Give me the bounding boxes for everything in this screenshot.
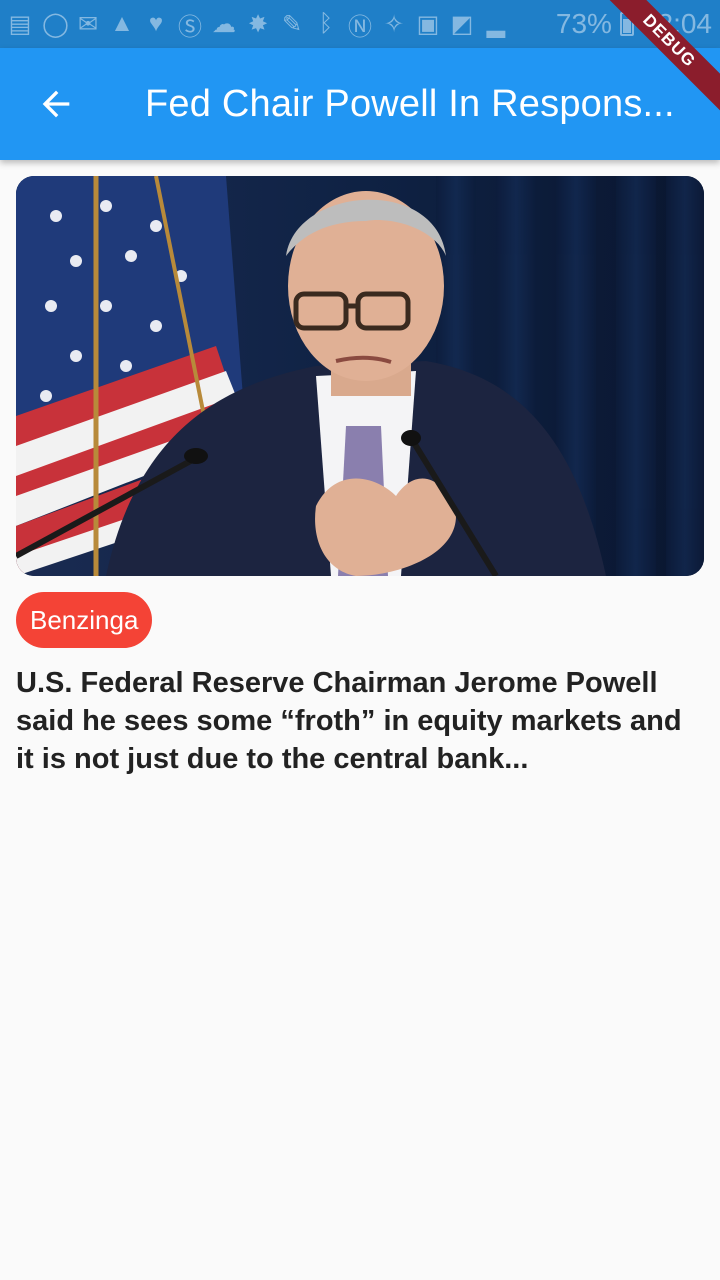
app-bar: Fed Chair Powell In Respons... (0, 48, 720, 160)
source-badge[interactable]: Benzinga (16, 592, 153, 648)
heart-icon: ♥ (148, 10, 164, 37)
bluetooth-icon: ᛒ (318, 10, 334, 37)
status-right: 73% 12:04 (556, 8, 712, 40)
nfc-icon: Ⓝ (348, 13, 372, 41)
chat-icon: ✸ (247, 10, 269, 38)
article-image[interactable] (16, 176, 704, 576)
s-app-icon: Ⓢ (178, 13, 202, 41)
no-signal-icon: ◩ (450, 10, 474, 38)
battery-percent: 73% (555, 8, 612, 39)
article-card[interactable]: Benzinga U.S. Federal Reserve Chairman J… (16, 176, 704, 778)
signal-icon: ▂ (486, 10, 506, 38)
article-headline[interactable]: U.S. Federal Reserve Chairman Jerome Pow… (16, 664, 704, 778)
warning-icon: ▲ (110, 10, 134, 37)
page-title: Fed Chair Powell In Respons... (145, 82, 675, 125)
back-button[interactable] (0, 48, 112, 160)
cloud-icon: ☁ (212, 10, 236, 38)
whatsapp-icon: ◯ (42, 10, 69, 38)
sim-icon: ▤ (8, 10, 32, 38)
mail-icon: ✉ (77, 10, 99, 38)
battery-icon (619, 12, 634, 36)
wifi-icon: ✧ (383, 10, 405, 38)
article-photo (16, 176, 704, 576)
clock: 12:04 (641, 8, 712, 39)
status-bar: ▤ ◯ ✉ ▲ ♥ Ⓢ ☁ ✸ ✎ ᛒ Ⓝ ✧ ▣ ◩ ▂ 73% 12:04 (0, 0, 720, 48)
arrow-back-icon (42, 90, 70, 118)
data-icon: ▣ (416, 10, 440, 38)
notification-icons: ▤ ◯ ✉ ▲ ♥ Ⓢ ☁ ✸ ✎ ᛒ Ⓝ ✧ ▣ ◩ ▂ (8, 7, 508, 42)
wrench-icon: ✎ (281, 10, 303, 38)
